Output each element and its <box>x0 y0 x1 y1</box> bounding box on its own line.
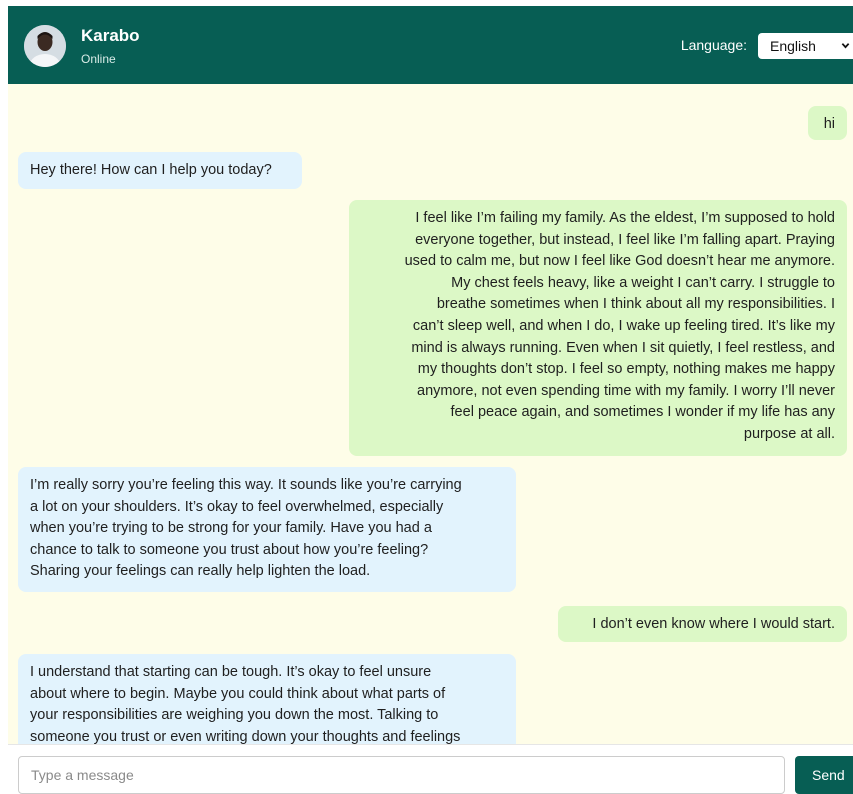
message-line: everyone together, but instead, I feel l… <box>415 231 835 248</box>
chat-app: Karabo Online Language: English hi Hey t… <box>0 0 853 794</box>
language-selected-value: English <box>770 38 816 54</box>
message-line: chance to talk to someone you trust abou… <box>30 541 429 558</box>
message-text: I don’t even know where I would start. <box>592 616 835 632</box>
message-line: I understand that starting can be tough.… <box>30 664 432 680</box>
message-user: I don’t even know where I would start. <box>558 606 847 642</box>
message-line: my thoughts don’t stop. I feel so empty,… <box>417 361 835 378</box>
message-line: your responsibilities are weighing you d… <box>30 707 439 724</box>
message-line: breathe sometimes when I think about all… <box>436 296 835 313</box>
chevron-down-icon <box>841 43 850 49</box>
message-user: hi <box>808 106 847 140</box>
message-line: used to calm me, but now I feel like God… <box>404 253 835 270</box>
message-line: My chest feels heavy, like a weight I ca… <box>451 274 835 291</box>
message-line: I feel like I’m failing my family. As th… <box>415 210 835 226</box>
message-line: Sharing your feelings can really help li… <box>30 563 371 580</box>
message-input[interactable] <box>18 756 785 794</box>
contact-status: Online <box>81 52 116 66</box>
message-line: a lot on your shoulders. It’s okay to fe… <box>30 498 444 515</box>
message-line: purpose at all. <box>743 425 835 442</box>
message-line: someone you trust or even writing down y… <box>30 728 461 744</box>
message-text: hi <box>823 116 835 132</box>
person-avatar-icon <box>24 25 66 67</box>
message-line: mind is always running. Even when I sit … <box>411 339 835 356</box>
message-line: feel peace again, and sometimes I wonder… <box>450 404 835 421</box>
message-line: when you’re trying to be strong for your… <box>30 520 432 537</box>
message-bot: Hey there! How can I help you today? <box>18 152 302 189</box>
message-line: can’t sleep well, and when I do, I wake … <box>412 317 835 334</box>
language-label: Language: <box>680 37 747 53</box>
message-user: I feel like I’m failing my family. As th… <box>349 200 847 456</box>
message-list[interactable]: hi Hey there! How can I help you today? … <box>8 84 853 744</box>
message-line: I’m really sorry you’re feeling this way… <box>30 477 462 493</box>
message-bot: I understand that starting can be tough.… <box>18 654 516 744</box>
language-select[interactable]: English <box>758 33 853 59</box>
composer-bar: Send <box>8 744 853 794</box>
message-line: about where to begin. Maybe you could th… <box>30 685 446 702</box>
message-text: Hey there! How can I help you today? <box>30 162 272 178</box>
contact-name: Karabo <box>81 26 140 45</box>
message-line: anymore, not even spending time with my … <box>417 382 835 399</box>
send-button[interactable]: Send <box>795 756 853 794</box>
message-bot: I’m really sorry you’re feeling this way… <box>18 467 516 592</box>
chat-header: Karabo Online Language: English <box>8 6 853 84</box>
